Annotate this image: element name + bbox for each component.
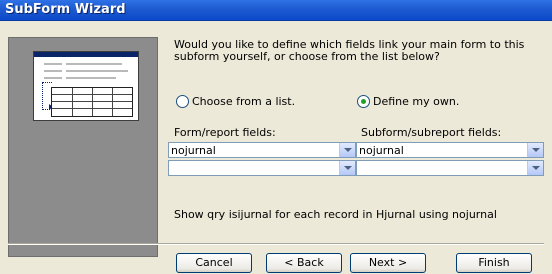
title-bar: SubForm Wizard	[0, 0, 552, 21]
combo-value: nojurnal	[359, 144, 404, 157]
dropdown-arrow-icon[interactable]	[527, 143, 543, 157]
finish-button[interactable]: Finish	[456, 253, 532, 273]
divider	[8, 243, 544, 245]
radio-label[interactable]: Choose from a list.	[192, 95, 295, 108]
subform-grid-illustration	[51, 87, 133, 117]
window-title: SubForm Wizard	[5, 2, 126, 17]
dropdown-arrow-icon[interactable]	[339, 161, 355, 175]
radio-choose-from-list[interactable]: Choose from a list.	[176, 95, 295, 108]
main-form-illustration	[33, 51, 139, 121]
radio-define-my-own[interactable]: Define my own.	[357, 95, 459, 108]
wizard-question: Would you like to define which fields li…	[174, 38, 525, 63]
subform-field-combo-1[interactable]: nojurnal	[356, 142, 544, 158]
radio-button-checked[interactable]	[357, 95, 370, 108]
radio-button[interactable]	[176, 95, 189, 108]
cancel-button[interactable]: Cancel	[176, 253, 252, 273]
subform-field-combo-2[interactable]	[356, 160, 544, 176]
radio-label[interactable]: Define my own.	[373, 95, 459, 108]
form-field-combo-2[interactable]	[168, 160, 356, 176]
combo-value: nojurnal	[171, 144, 216, 157]
next-button[interactable]: Next >	[350, 253, 426, 273]
back-button[interactable]: < Back	[266, 253, 342, 273]
summary-text: Show qry isijurnal for each record in Hj…	[174, 208, 497, 221]
dropdown-arrow-icon[interactable]	[339, 143, 355, 157]
dropdown-arrow-icon[interactable]	[527, 161, 543, 175]
form-field-combo-1[interactable]: nojurnal	[168, 142, 356, 158]
form-subform-illustration-icon	[8, 37, 158, 257]
form-fields-label: Form/report fields:	[174, 126, 276, 139]
subform-fields-label: Subform/subreport fields:	[361, 126, 502, 139]
wizard-body: Would you like to define which fields li…	[0, 21, 552, 274]
